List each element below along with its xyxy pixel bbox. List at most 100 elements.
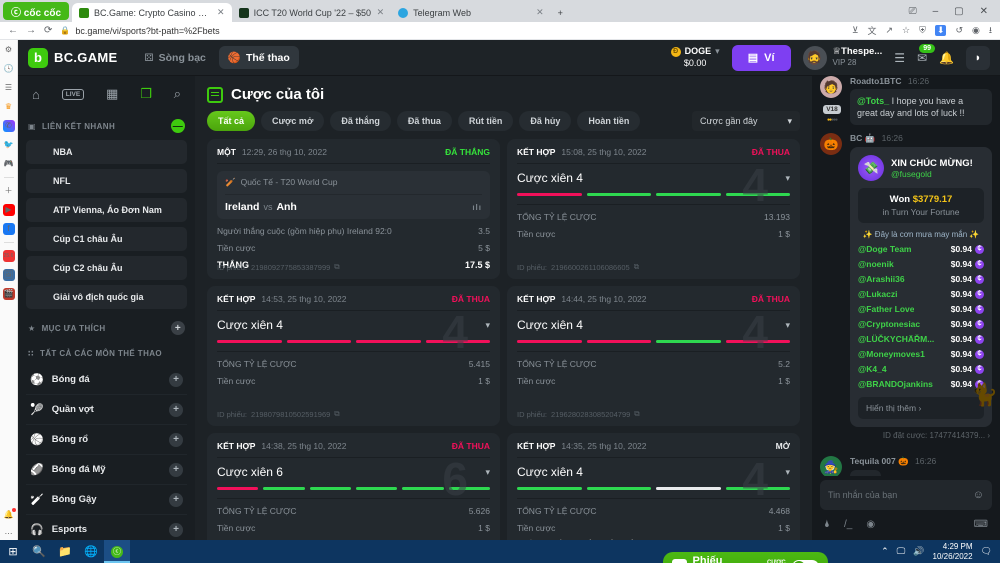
expand-sport-button[interactable]: + [169, 373, 183, 387]
messenger-icon[interactable]: ✆ [3, 120, 15, 132]
browser-tab-bcgame[interactable]: BC.Game: Crypto Casino Gan ✕ [72, 3, 232, 22]
taskbar-search-icon[interactable]: 🔍 [26, 540, 52, 563]
facebook-icon[interactable]: f [3, 223, 15, 235]
tab-close-icon[interactable]: ✕ [536, 7, 544, 18]
tab-close-icon[interactable]: ✕ [217, 7, 225, 18]
bet-card-combo[interactable]: KẾT HỢP 14:35, 25 thg 10, 2022 MỞ Cược x… [507, 433, 800, 540]
expand-caret-icon[interactable]: ▾ [785, 320, 790, 331]
chrome-icon[interactable]: 🌐 [78, 540, 104, 563]
mail-icon[interactable]: ✉99 [917, 51, 927, 65]
user-profile[interactable]: 🧔 ♕Thespe... VIP 28 [803, 46, 883, 70]
avatar[interactable]: 🧙 [820, 456, 842, 476]
filter-pill[interactable]: Hoàn tiền [577, 111, 640, 131]
share-icon[interactable]: ↗ [886, 25, 894, 36]
action-center-icon[interactable]: 🗨 [981, 546, 992, 557]
currency-selector[interactable]: Ð DOGE ▾ $0.00 [671, 46, 720, 69]
expand-caret-icon[interactable]: ▾ [485, 320, 490, 331]
coin-tip-icon[interactable]: ◉ [866, 519, 875, 530]
bet-card-combo[interactable]: KẾT HỢP 14:38, 25 thg 10, 2022 ĐÃ THUA C… [207, 433, 500, 540]
nav-sports[interactable]: 🏀 Thế thao [219, 46, 299, 69]
recipient-name[interactable]: @Doge Team [858, 244, 911, 254]
game-icon[interactable]: 🎮 [3, 158, 15, 170]
show-more-button[interactable]: Hiển thị thêm › [858, 397, 984, 419]
add-favorite-button[interactable]: + [171, 321, 185, 335]
expand-sport-button[interactable]: + [169, 523, 183, 537]
recipient-name[interactable]: @Lukaczi [858, 289, 897, 299]
collapse-button[interactable]: — [171, 119, 185, 133]
chat-username[interactable]: BC 🤖 [850, 133, 875, 143]
bet-id-link[interactable]: ID đặt cược: 17477414379... › [852, 431, 990, 440]
history-clock-icon[interactable]: 🕓 [3, 63, 15, 75]
stats-icon[interactable]: ılı [472, 203, 482, 212]
recipient-name[interactable]: @noenik [858, 259, 894, 269]
keyboard-icon[interactable]: ⌨ [974, 519, 988, 530]
copy-icon[interactable]: ⧉ [634, 262, 639, 272]
photos-icon[interactable]: 🖼 [3, 269, 15, 281]
crown-icon[interactable]: ♛ [3, 101, 15, 113]
more-icon[interactable]: ⋯ [3, 528, 15, 540]
shield-icon[interactable]: ⛨ [919, 25, 926, 36]
forward-icon[interactable]: → [26, 25, 36, 36]
expand-caret-icon[interactable]: ▾ [785, 173, 790, 184]
recipient-name[interactable]: @K4_4 [858, 364, 887, 374]
tab-close-icon[interactable]: ✕ [377, 7, 385, 18]
save-page-icon[interactable]: ⊻ [852, 25, 859, 36]
expand-sport-button[interactable]: + [169, 433, 183, 447]
browser-tab-icc[interactable]: ICC T20 World Cup '22 – $50 ✕ [232, 3, 392, 22]
minimize-button[interactable]: – [933, 6, 939, 17]
taskbar-clock[interactable]: 4:29 PM 10/26/2022 [933, 542, 973, 562]
expand-sport-button[interactable]: + [169, 403, 183, 417]
filter-pill[interactable]: Đã thắng [330, 111, 391, 131]
match-box[interactable]: 🏏 Quốc Tế - T20 World Cup Ireland vs Anh… [217, 171, 490, 219]
my-bets-icon[interactable]: ❒ [140, 86, 152, 102]
copy-icon[interactable]: ⧉ [334, 262, 339, 272]
quick-link-item[interactable]: NFL [26, 169, 187, 193]
slash-command-icon[interactable]: /_ [844, 519, 852, 530]
file-explorer-icon[interactable]: 📁 [52, 540, 78, 563]
search-icon[interactable]: ⌕ [174, 86, 181, 102]
reload-icon[interactable]: ⟳ [44, 25, 52, 36]
close-button[interactable]: ✕ [980, 6, 988, 17]
bookmark-star-icon[interactable]: ☆ [902, 25, 910, 36]
copy-icon[interactable]: ⧉ [334, 409, 339, 419]
quick-link-item[interactable]: Cúp C1 châu Âu [26, 227, 187, 251]
bet-card-combo[interactable]: KẾT HỢP 14:53, 25 thg 10, 2022 ĐÃ THUA C… [207, 286, 500, 426]
chat-toggle-icon[interactable]: ◗ [966, 46, 990, 70]
filter-pill[interactable]: Tất cả [207, 111, 255, 131]
volume-icon[interactable]: 🔊 [913, 546, 924, 557]
bet-card-single[interactable]: MỘT 12:29, 26 thg 10, 2022 ĐÃ THẮNG 🏏 Qu… [207, 139, 500, 279]
browser-tab-telegram[interactable]: Telegram Web ✕ [391, 3, 551, 22]
quick-link-item[interactable]: Giải vô địch quốc gia [26, 285, 187, 309]
network-icon[interactable]: 🖵 [897, 546, 906, 557]
recipient-name[interactable]: @BRANDOjankins [858, 379, 933, 389]
add-shortcut-icon[interactable]: ＋ [3, 185, 15, 197]
notifications-bell-icon[interactable]: 🔔 [3, 509, 15, 521]
bell-icon[interactable]: 🔔 [939, 51, 954, 65]
avatar[interactable]: 🎃 [820, 133, 842, 155]
sport-item[interactable]: 🎾 Quần vợt + [26, 395, 187, 425]
filter-pill[interactable]: Đã thua [397, 111, 452, 131]
sport-item[interactable]: ⚽ Bóng đá + [26, 365, 187, 395]
downloads-tray-icon[interactable]: ⭳ [989, 23, 992, 39]
chat-input[interactable]: Tin nhắn của bạn ☺ [820, 480, 992, 510]
reading-list-icon[interactable]: ☰ [3, 82, 15, 94]
shop-icon[interactable]: 25.6 [3, 250, 15, 262]
quick-link-item[interactable]: NBA [26, 140, 187, 164]
recipient-name[interactable]: @Cryptonesiac [858, 319, 920, 329]
filter-pill[interactable]: Cược mở [261, 111, 324, 131]
download-blue-icon[interactable]: ⬇ [935, 25, 947, 36]
start-button[interactable]: ⊞ [0, 540, 26, 563]
quick-link-item[interactable]: ATP Vienna, Áo Đơn Nam [26, 198, 187, 222]
bcgame-logo[interactable]: b BC.GAME [28, 48, 118, 68]
chat-messages[interactable]: 🧑 V18 ●●●●● Roadto1BTC 16:26 @Tots_ I ho… [812, 76, 1000, 476]
sport-item[interactable]: 🎧 Esports + [26, 515, 187, 540]
filter-pill[interactable]: Đã hủy [519, 111, 571, 131]
tray-expand-icon[interactable]: ⌃ [881, 546, 889, 557]
avatar[interactable]: 🧑 [820, 76, 842, 98]
coccoc-logo[interactable]: ⓒ cốc cốc [3, 2, 69, 20]
menu-icon[interactable]: ☰ [894, 51, 905, 65]
coccoc-taskbar-icon[interactable]: ⓒ [104, 540, 130, 563]
recipient-name[interactable]: @Arashii36 [858, 274, 905, 284]
sort-dropdown[interactable]: Cược gần đây ▾ [692, 111, 800, 131]
sport-item[interactable]: 🏀 Bóng rổ + [26, 425, 187, 455]
